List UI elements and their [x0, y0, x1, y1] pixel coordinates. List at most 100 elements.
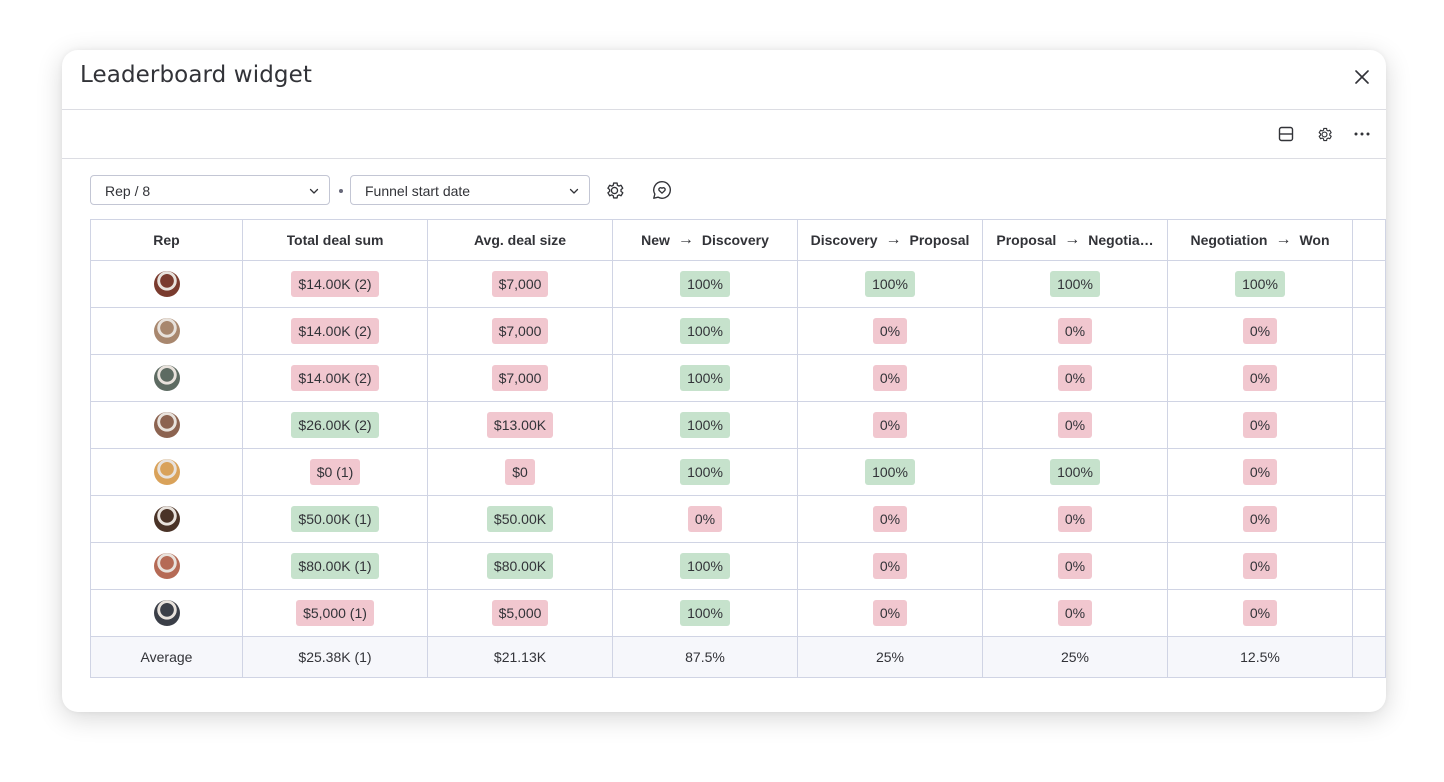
value-badge: 100%: [1050, 271, 1100, 297]
group-by-select[interactable]: Rep / 8: [90, 175, 330, 205]
metric-cell: 0%: [797, 401, 983, 449]
table-row: $14.00K (2) $7,000 100% 0% 0% 0%: [90, 354, 1386, 402]
header-to-label: Proposal: [909, 232, 970, 248]
avatar[interactable]: [153, 365, 180, 391]
avatar[interactable]: [153, 412, 180, 438]
layout-button[interactable]: [1274, 122, 1298, 146]
avatar[interactable]: [153, 600, 180, 626]
table-row: $14.00K (2) $7,000 100% 100% 100% 100%: [90, 260, 1386, 308]
metric-cell: $0 (1): [242, 448, 428, 496]
metric-cell: 0%: [1167, 307, 1353, 355]
value-badge: 0%: [872, 553, 908, 579]
value-badge: $50.00K (1): [291, 506, 379, 532]
value-badge: 0%: [1242, 318, 1278, 344]
column-header[interactable]: Avg. deal size: [427, 219, 613, 261]
metric-cell: $14.00K (2): [242, 260, 428, 308]
modal-title: Leaderboard widget: [80, 62, 312, 88]
value-badge: $13.00K: [486, 412, 554, 438]
value-badge: 100%: [865, 271, 915, 297]
gear-icon: [606, 181, 623, 199]
table-row: $26.00K (2) $13.00K 100% 0% 0% 0%: [90, 401, 1386, 449]
table-body: $14.00K (2) $7,000 100% 100% 100% 100% $14.00K…: [90, 260, 1386, 678]
metric-cell: 100%: [612, 260, 798, 308]
average-value: 12.5%: [1167, 636, 1353, 678]
metric-cell: 0%: [982, 307, 1168, 355]
metric-cell: 0%: [982, 589, 1168, 637]
table-row: $0 (1) $0 100% 100% 100% 0%: [90, 448, 1386, 496]
column-header[interactable]: Negotiation → Won: [1167, 219, 1353, 261]
value-badge: 0%: [1057, 365, 1093, 391]
close-button[interactable]: [1350, 65, 1374, 89]
metric-cell: $14.00K (2): [242, 307, 428, 355]
average-value: $21.13K: [427, 636, 613, 678]
average-value: $25.38K (1): [242, 636, 428, 678]
value-badge: 100%: [680, 600, 730, 626]
value-badge: $0: [505, 459, 535, 485]
value-badge: 0%: [1057, 318, 1093, 344]
metric-cell: 100%: [612, 542, 798, 590]
value-badge: 0%: [1242, 506, 1278, 532]
value-badge: 0%: [1242, 553, 1278, 579]
value-badge: $14.00K (2): [291, 271, 379, 297]
value-badge: $7,000: [491, 271, 549, 297]
avatar[interactable]: [153, 318, 180, 344]
metric-cell: 0%: [1167, 354, 1353, 402]
chevron-down-icon: [309, 188, 319, 194]
leaderboard-table-container[interactable]: Rep Total deal sum Avg. deal size New → Disco…: [90, 219, 1386, 679]
feedback-button[interactable]: [650, 178, 674, 202]
value-badge: $14.00K (2): [291, 365, 379, 391]
more-button[interactable]: [1350, 122, 1374, 146]
value-badge: $5,000: [491, 600, 549, 626]
metric-cell: 100%: [797, 260, 983, 308]
metric-cell: 0%: [1167, 495, 1353, 543]
value-badge: 0%: [1242, 600, 1278, 626]
settings-button[interactable]: [1312, 122, 1336, 146]
column-header-label: New → Discovery: [641, 231, 769, 249]
date-column-select[interactable]: Funnel start date: [350, 175, 590, 205]
header-from-label: Proposal: [996, 232, 1057, 248]
metric-cell: $26.00K (2): [242, 401, 428, 449]
metric-cell: 0%: [797, 542, 983, 590]
rep-cell: [90, 589, 243, 637]
column-header-label: Avg. deal size: [474, 232, 566, 248]
table-row: $14.00K (2) $7,000 100% 0% 0% 0%: [90, 307, 1386, 355]
arrow-right-icon: →: [1064, 231, 1081, 248]
metric-cell: 0%: [1167, 542, 1353, 590]
value-badge: 100%: [1235, 271, 1285, 297]
column-header[interactable]: Discovery → Proposal: [797, 219, 983, 261]
rep-cell: [90, 354, 243, 402]
metric-cell: $14.00K (2): [242, 354, 428, 402]
avatar[interactable]: [153, 459, 180, 485]
metric-cell: 100%: [612, 401, 798, 449]
value-badge: 100%: [680, 271, 730, 297]
rep-cell: [90, 307, 243, 355]
metric-cell: 100%: [1167, 260, 1353, 308]
metric-cell: 0%: [797, 589, 983, 637]
metric-cell: $50.00K (1): [242, 495, 428, 543]
header-from-label: Avg. deal size: [473, 232, 567, 248]
overflow-cell: [1352, 307, 1386, 355]
metric-cell: 0%: [982, 354, 1168, 402]
value-badge: $80.00K (1): [291, 553, 379, 579]
gear-icon: [1318, 127, 1332, 141]
value-badge: 100%: [680, 318, 730, 344]
metric-cell: $5,000: [427, 589, 613, 637]
table-settings-button[interactable]: [602, 178, 626, 202]
more-icon: [1354, 132, 1370, 136]
metric-cell: 0%: [1167, 589, 1353, 637]
overflow-cell: [1352, 260, 1386, 308]
avatar[interactable]: [153, 506, 180, 532]
value-badge: 100%: [680, 412, 730, 438]
heart-chat-icon: [653, 181, 671, 199]
avatar[interactable]: [153, 271, 180, 297]
column-header[interactable]: Rep: [90, 219, 243, 261]
layout-icon: [1278, 126, 1294, 142]
avatar[interactable]: [153, 553, 180, 579]
overflow-cell: [1352, 636, 1386, 678]
column-header[interactable]: Proposal → Negotia…: [982, 219, 1168, 261]
chevron-down-icon: [569, 188, 579, 194]
column-header[interactable]: New → Discovery: [612, 219, 798, 261]
header-from-label: New: [641, 232, 670, 248]
column-header[interactable]: Total deal sum: [242, 219, 428, 261]
value-badge: $80.00K: [486, 553, 554, 579]
